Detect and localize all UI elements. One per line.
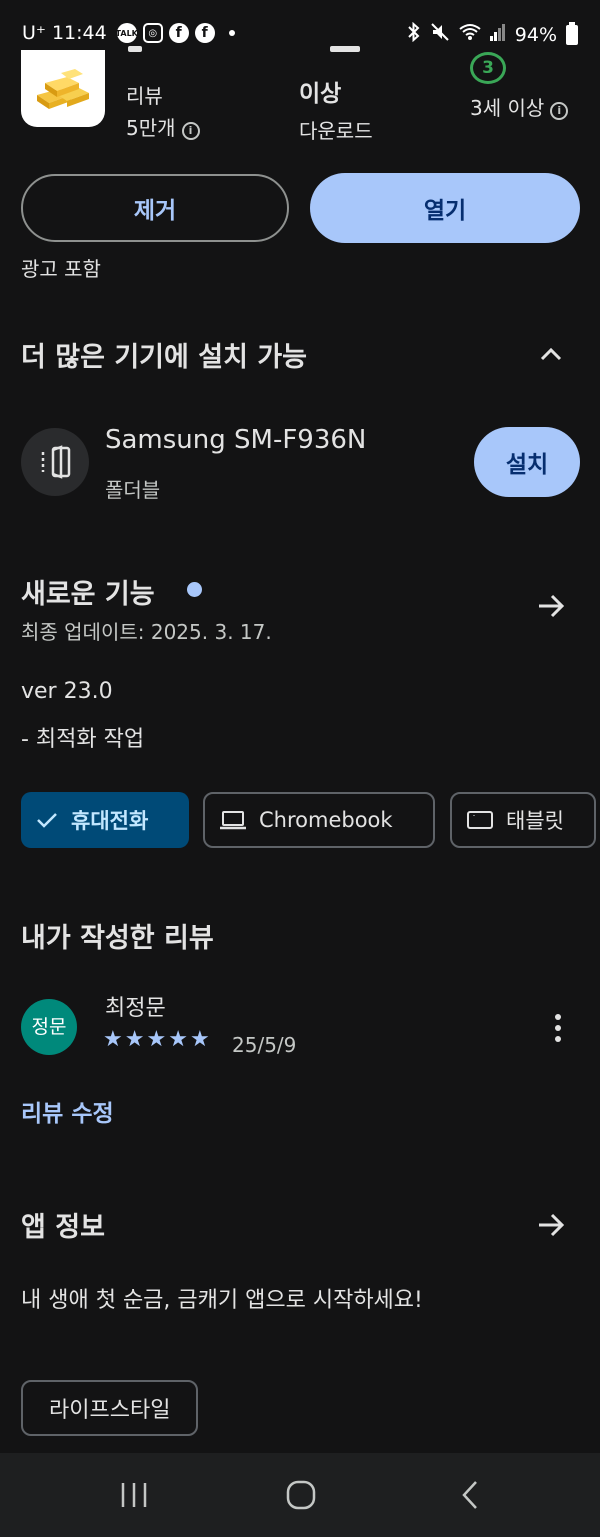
mute-icon <box>430 22 450 47</box>
reviews-label: 리뷰 <box>126 84 163 108</box>
downloads-label: 다운로드 <box>299 119 373 143</box>
arrow-right-icon[interactable] <box>535 1209 567 1241</box>
arrow-right-icon[interactable] <box>535 590 567 622</box>
my-review-title: 내가 작성한 리뷰 <box>21 923 214 954</box>
install-button[interactable]: 설치 <box>474 427 580 497</box>
status-right: 94% <box>407 21 578 47</box>
star-rating: ★ ★ ★ ★ ★ <box>103 1027 210 1053</box>
cut-off-rating-fragment <box>128 46 142 52</box>
chip-tablet-label: 태블릿 <box>506 809 564 833</box>
about-app-title[interactable]: 앱 정보 <box>21 1205 105 1244</box>
battery-icon <box>566 21 578 45</box>
star-icon: ★ <box>168 1027 188 1052</box>
review-date: 25/5/9 <box>232 1033 297 1057</box>
wifi-icon <box>459 23 481 46</box>
age-rating-label: 3세 이상 <box>470 96 545 120</box>
info-icon[interactable]: i <box>181 122 200 140</box>
avatar: 정문 <box>21 999 77 1055</box>
recent-apps-icon[interactable] <box>112 1473 156 1517</box>
remove-button[interactable]: 제거 <box>21 174 289 242</box>
reviews-count-value: 5만개 <box>126 116 176 140</box>
chip-chromebook[interactable]: Chromebook <box>203 792 435 848</box>
star-icon: ★ <box>189 1027 210 1052</box>
bluetooth-icon <box>407 21 421 47</box>
whats-new-title[interactable]: 새로운 기능 <box>21 572 155 611</box>
carrier-label: U⁺ <box>22 22 46 44</box>
status-left: U⁺ 11:44 TALK ◎ f f <box>22 22 235 44</box>
more-notifications-dot <box>228 30 235 36</box>
system-nav-bar <box>0 1453 600 1537</box>
category-chip[interactable]: 라이프스타일 <box>21 1380 199 1436</box>
contains-ads-note: 광고 포함 <box>21 257 101 281</box>
version-text: ver 23.0 <box>21 679 113 704</box>
facebook-icon: f <box>168 23 189 43</box>
tablet-icon <box>467 811 493 829</box>
release-notes: - 최적화 작업 <box>21 727 145 752</box>
gold-bars-icon <box>37 68 89 109</box>
check-icon <box>37 813 57 828</box>
kakaotalk-icon: TALK <box>115 23 138 43</box>
chip-phone-label: 휴대전화 <box>71 809 149 833</box>
app-description: 내 생애 첫 순금, 금캐기 앱으로 시작하세요! <box>21 1288 423 1313</box>
star-icon: ★ <box>124 1027 145 1052</box>
edit-review-link[interactable]: 리뷰 수정 <box>21 1094 114 1128</box>
chip-phone[interactable]: 휴대전화 <box>21 792 189 848</box>
device-type: 폴더블 <box>105 478 161 502</box>
instagram-icon: ◎ <box>142 23 163 43</box>
battery-level: 94% <box>514 23 557 46</box>
chevron-up-icon[interactable] <box>536 340 566 370</box>
signal-icon <box>489 23 506 46</box>
reviewer-name: 최정문 <box>105 996 166 1021</box>
device-name: Samsung SM-F936N <box>105 425 367 455</box>
star-icon: ★ <box>103 1027 123 1052</box>
info-icon[interactable]: i <box>550 102 569 120</box>
new-indicator-dot <box>187 582 202 597</box>
app-icon[interactable] <box>21 50 105 127</box>
chip-chromebook-label: Chromebook <box>259 808 393 832</box>
age-rating[interactable]: 3세 이상 i <box>470 92 569 121</box>
reviews-count[interactable]: 5만개 i <box>126 112 200 141</box>
home-icon[interactable] <box>279 1473 323 1517</box>
more-vert-icon[interactable] <box>550 1012 566 1044</box>
last-updated: 최종 업데이트: 2025. 3. 17. <box>21 620 272 644</box>
facebook-icon: f <box>194 23 215 43</box>
back-icon[interactable] <box>448 1473 492 1517</box>
kakaotalk-icon-label: TALK <box>115 28 138 38</box>
laptop-icon <box>220 811 246 830</box>
more-devices-title: 더 많은 기기에 설치 가능 <box>21 342 307 373</box>
downloads-value: 이상 <box>299 81 342 107</box>
chip-tablet[interactable]: 태블릿 <box>450 792 596 848</box>
cut-off-download-fragment <box>330 46 360 52</box>
open-button[interactable]: 열기 <box>310 173 580 243</box>
foldable-device-icon <box>21 428 89 496</box>
age-rating-badge: 3 <box>470 52 506 84</box>
clock: 11:44 <box>51 22 107 44</box>
star-icon: ★ <box>146 1027 167 1052</box>
